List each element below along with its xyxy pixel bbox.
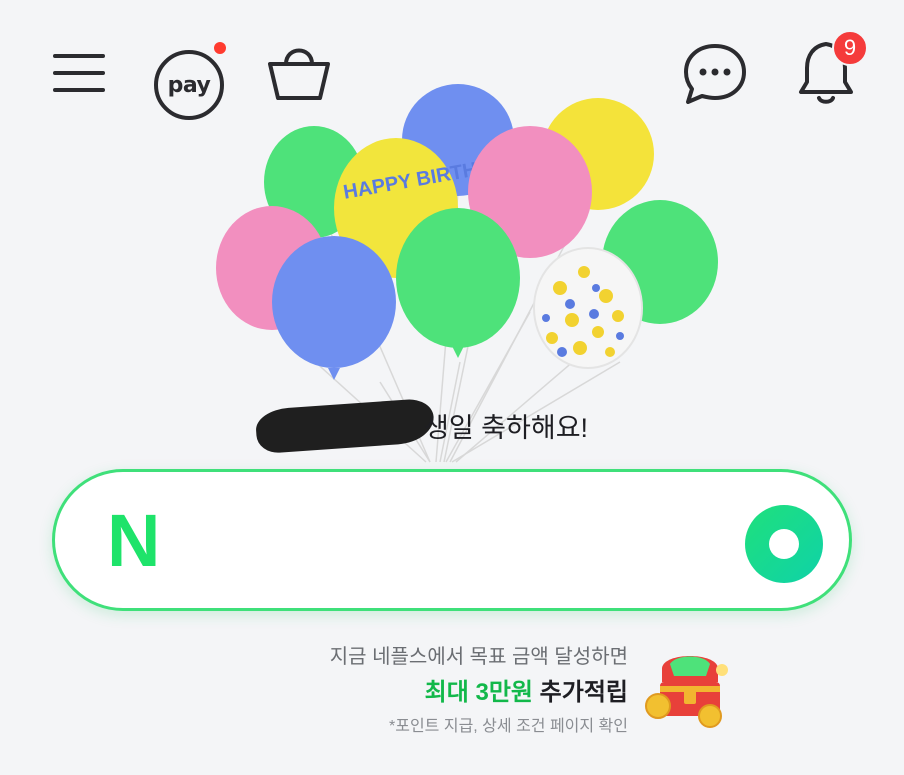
- promo-headline: 최대 3만원 추가적립: [425, 672, 628, 707]
- promo-highlight: 최대 3만원: [424, 679, 533, 706]
- redacted-name: [254, 397, 436, 455]
- menu-button[interactable]: [50, 50, 108, 96]
- green-dot-button[interactable]: [745, 505, 823, 583]
- naver-logo: N: [107, 499, 161, 582]
- notification-count-badge: 9: [832, 30, 868, 66]
- search-bar[interactable]: N: [52, 469, 852, 611]
- new-indicator-dot: [214, 42, 226, 54]
- green-dot-icon: [769, 529, 799, 559]
- birthday-greeting: 생일 축하해요!: [254, 397, 636, 460]
- promo-footnote: *포인트 지급, 상세 조건 페이지 확인: [389, 718, 628, 735]
- search-input[interactable]: [195, 512, 715, 570]
- birthday-message: 생일 축하해요!: [424, 413, 589, 443]
- treasure-chest-icon: [645, 656, 728, 728]
- promo-description: 지금 네플스에서 목표 금액 달성하면: [329, 646, 628, 668]
- promo-banner[interactable]: 지금 네플스에서 목표 금액 달성하면 최대 3만원 추가적립 *포인트 지급,…: [300, 640, 740, 750]
- promo-headline-suffix: 추가적립: [533, 679, 628, 706]
- notifications-button[interactable]: 9: [796, 30, 874, 106]
